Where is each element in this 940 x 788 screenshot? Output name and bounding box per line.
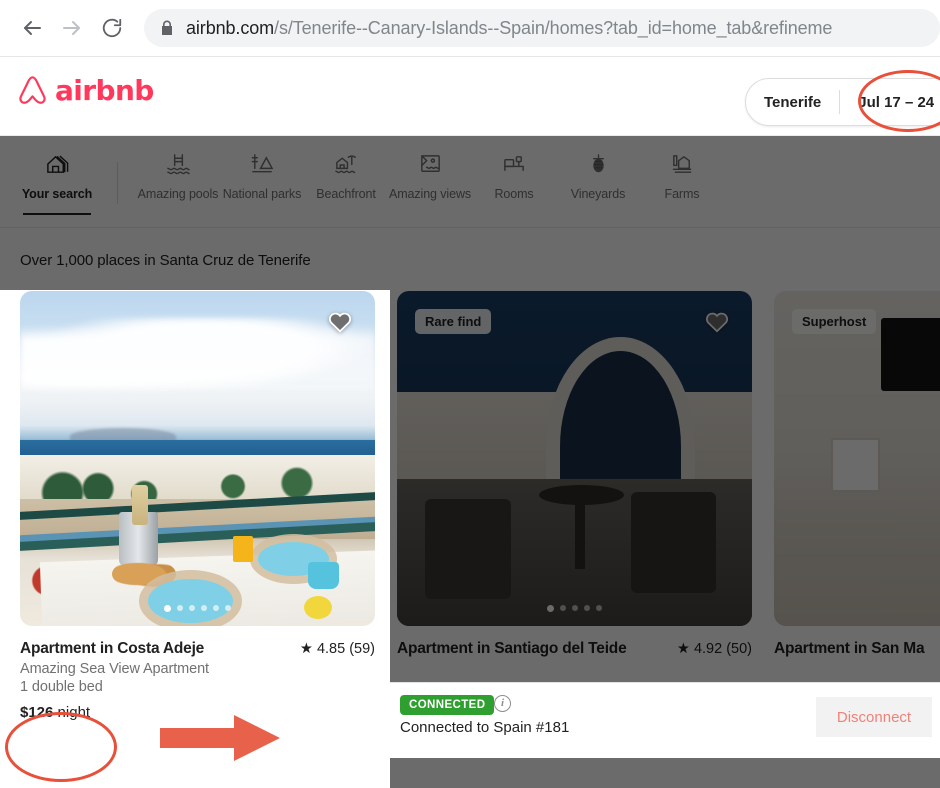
listing-photo[interactable]: Rare find: [397, 291, 752, 626]
category-your-search[interactable]: Your search: [15, 136, 99, 215]
browser-toolbar: airbnb.com/s/Tenerife--Canary-Islands--S…: [0, 0, 940, 57]
category-amazing-views[interactable]: Amazing views: [388, 136, 472, 201]
beachfront-icon: [334, 150, 359, 178]
listing-subtitle: Amazing Sea View Apartment: [20, 661, 209, 677]
airbnb-logo[interactable]: airbnb: [17, 74, 154, 107]
back-button[interactable]: [12, 8, 52, 48]
url-path: /s/Tenerife--Canary-Islands--Spain/homes…: [274, 17, 833, 38]
pool-icon: [166, 150, 191, 178]
listing-badge: Superhost: [792, 309, 877, 334]
photo-artwork: [20, 291, 375, 626]
url-text: airbnb.com/s/Tenerife--Canary-Islands--S…: [186, 18, 832, 39]
airbnb-wordmark: airbnb: [55, 74, 154, 107]
listing-grid: Apartment in Costa Adeje ★ 4.85 (59) Ama…: [20, 291, 940, 721]
category-label: Vineyards: [570, 187, 626, 201]
heart-icon[interactable]: [327, 309, 353, 333]
heart-icon[interactable]: [704, 309, 730, 333]
category-national-parks[interactable]: National parks: [220, 136, 304, 201]
reload-icon: [101, 17, 123, 39]
vpn-status-text: Connected to Spain #181: [400, 719, 570, 736]
listing-card[interactable]: Apartment in Costa Adeje ★ 4.85 (59) Ama…: [20, 291, 375, 721]
category-nav: Your search Amazing pools National parks…: [0, 136, 940, 228]
listing-header: Apartment in San Ma: [774, 640, 940, 658]
search-location[interactable]: Tenerife: [746, 94, 839, 111]
reload-button[interactable]: [92, 8, 132, 48]
listing-photo[interactable]: [20, 291, 375, 626]
category-separator: [117, 162, 118, 204]
category-vineyards[interactable]: Vineyards: [556, 136, 640, 201]
listing-rating: ★ 4.85 (59): [299, 641, 375, 657]
forward-button[interactable]: [52, 8, 92, 48]
category-amazing-pools[interactable]: Amazing pools: [136, 136, 220, 201]
listing-price-unit: night: [57, 704, 91, 721]
status-badge: CONNECTED: [400, 695, 495, 715]
category-label: Farms: [664, 187, 700, 201]
listing-card[interactable]: Superhost Apartment in San Ma: [774, 291, 940, 721]
category-beachfront[interactable]: Beachfront: [304, 136, 388, 201]
listing-photo[interactable]: Superhost: [774, 291, 940, 626]
listing-title: Apartment in Santiago del Teide: [397, 640, 627, 657]
photo-artwork: [397, 291, 752, 626]
disconnect-button[interactable]: Disconnect: [816, 697, 932, 737]
bed-icon: [502, 150, 527, 178]
listing-beds: 1 double bed: [20, 679, 103, 695]
listing-title: Apartment in San Ma: [774, 640, 925, 657]
listing-price-amount: $126: [20, 704, 54, 721]
listing-badge: Rare find: [415, 309, 492, 334]
photo-carousel-dots[interactable]: [397, 605, 752, 612]
category-label: National parks: [222, 187, 302, 201]
amazing-views-icon: [418, 150, 443, 178]
category-farms[interactable]: Farms: [640, 136, 724, 201]
listing-card[interactable]: Rare find Apartment in Santiago del Teid…: [397, 291, 752, 721]
category-label: Your search: [21, 187, 93, 201]
airbnb-bel-icon: [17, 75, 48, 107]
category-rooms[interactable]: Rooms: [472, 136, 556, 201]
vpn-status-panel: CONNECTED i Connected to Spain #181 Disc…: [390, 682, 940, 758]
listing-header: Apartment in Santiago del Teide ★ 4.92 (…: [397, 640, 752, 658]
category-label: Rooms: [494, 187, 534, 201]
url-host: airbnb.com: [186, 17, 275, 38]
listing-title: Apartment in Costa Adeje: [20, 640, 205, 657]
national-park-icon: [250, 150, 275, 178]
photo-carousel-dots[interactable]: [20, 605, 375, 612]
lock-icon: [160, 20, 174, 36]
search-bar[interactable]: Tenerife Jul 17 – 24: [745, 78, 940, 126]
listing-rating: ★ 4.92 (50): [676, 641, 752, 657]
arrow-right-icon: [60, 16, 84, 40]
search-dates[interactable]: Jul 17 – 24: [840, 94, 940, 111]
category-label: Amazing views: [388, 187, 472, 201]
grapes-icon: [586, 150, 611, 178]
results-heading: Over 1,000 places in Santa Cruz de Tener…: [20, 252, 311, 269]
arrow-left-icon: [20, 16, 44, 40]
category-label: Amazing pools: [137, 187, 219, 201]
category-active-underline: [23, 213, 91, 215]
house-icon: [45, 150, 70, 178]
info-icon[interactable]: i: [494, 695, 511, 712]
address-bar[interactable]: airbnb.com/s/Tenerife--Canary-Islands--S…: [144, 9, 940, 47]
listing-header: Apartment in Costa Adeje ★ 4.85 (59): [20, 640, 375, 658]
category-label: Beachfront: [316, 187, 376, 201]
photo-artwork: [774, 291, 940, 626]
farm-icon: [670, 150, 695, 178]
listing-price: $126 night: [20, 704, 375, 721]
